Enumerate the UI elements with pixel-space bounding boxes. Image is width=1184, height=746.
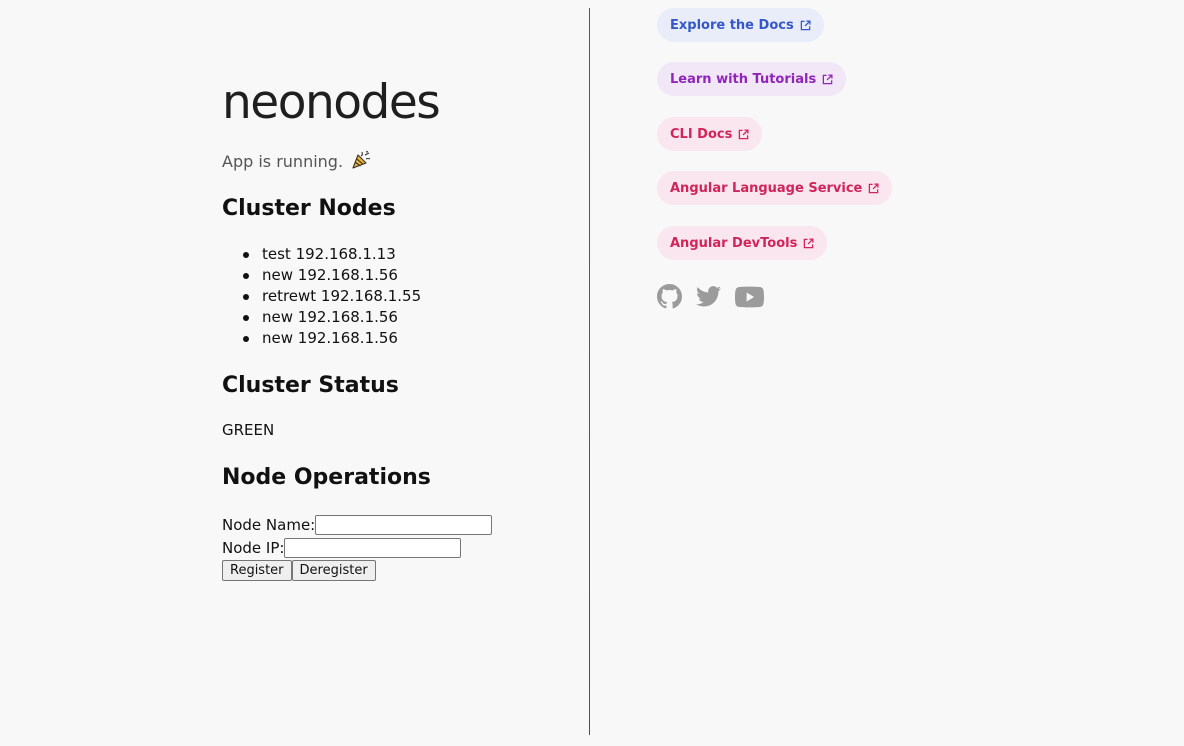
github-link[interactable] xyxy=(657,284,682,309)
learn-tutorials-link[interactable]: Learn with Tutorials xyxy=(657,62,847,96)
cli-docs-link[interactable]: CLI Docs xyxy=(657,117,763,151)
cli-docs-label: CLI Docs xyxy=(670,126,733,142)
external-link-icon xyxy=(803,237,814,249)
angular-devtools-link[interactable]: Angular DevTools xyxy=(657,226,828,260)
angular-language-service-link[interactable]: Angular Language Service xyxy=(657,171,893,205)
node-name-label: Node Name: xyxy=(222,515,316,534)
cluster-status-heading: Cluster Status xyxy=(222,373,399,398)
cluster-status-value: GREEN xyxy=(222,421,275,439)
app-title: neonodes xyxy=(222,75,441,130)
register-button[interactable]: Register xyxy=(222,560,292,581)
page: neonodes App is running. Cluster Nodes t… xyxy=(0,0,1184,746)
list-item: new 192.168.1.56 xyxy=(222,328,421,349)
party-popper-icon xyxy=(351,150,371,176)
social-links xyxy=(657,284,778,309)
button-row: Register Deregister xyxy=(222,560,492,581)
cluster-nodes-heading: Cluster Nodes xyxy=(222,196,396,221)
node-ip-input[interactable] xyxy=(284,537,462,558)
external-link-icon xyxy=(868,182,879,194)
external-link-icon xyxy=(738,128,749,140)
cluster-nodes-list: test 192.168.1.13 new 192.168.1.56 retre… xyxy=(222,244,421,349)
youtube-link[interactable] xyxy=(735,286,764,308)
learn-tutorials-label: Learn with Tutorials xyxy=(670,71,817,87)
external-link-icon xyxy=(822,73,833,85)
app-status: App is running. xyxy=(222,150,371,176)
node-name-row: Node Name: xyxy=(222,513,493,536)
external-link-icon xyxy=(800,19,811,31)
node-ip-row: Node IP: xyxy=(222,536,492,559)
node-name-input[interactable] xyxy=(315,514,493,535)
app-status-text: App is running. xyxy=(222,152,344,171)
vertical-divider xyxy=(589,8,590,735)
list-item: new 192.168.1.56 xyxy=(222,307,421,328)
twitter-icon xyxy=(696,286,721,307)
explore-docs-link[interactable]: Explore the Docs xyxy=(657,8,824,42)
youtube-icon xyxy=(735,286,764,307)
list-item: test 192.168.1.13 xyxy=(222,244,421,265)
deregister-button[interactable]: Deregister xyxy=(291,560,376,581)
list-item: new 192.168.1.56 xyxy=(222,265,421,286)
node-ip-label: Node IP: xyxy=(222,538,285,557)
angular-language-service-label: Angular Language Service xyxy=(670,180,863,196)
explore-docs-label: Explore the Docs xyxy=(670,17,794,33)
node-operations-form: Node Name: Node IP: Register Deregister xyxy=(222,513,493,581)
node-operations-heading: Node Operations xyxy=(222,465,431,490)
twitter-link[interactable] xyxy=(696,286,721,307)
angular-devtools-label: Angular DevTools xyxy=(670,235,798,251)
github-icon xyxy=(657,284,682,309)
list-item: retrewt 192.168.1.55 xyxy=(222,286,421,307)
